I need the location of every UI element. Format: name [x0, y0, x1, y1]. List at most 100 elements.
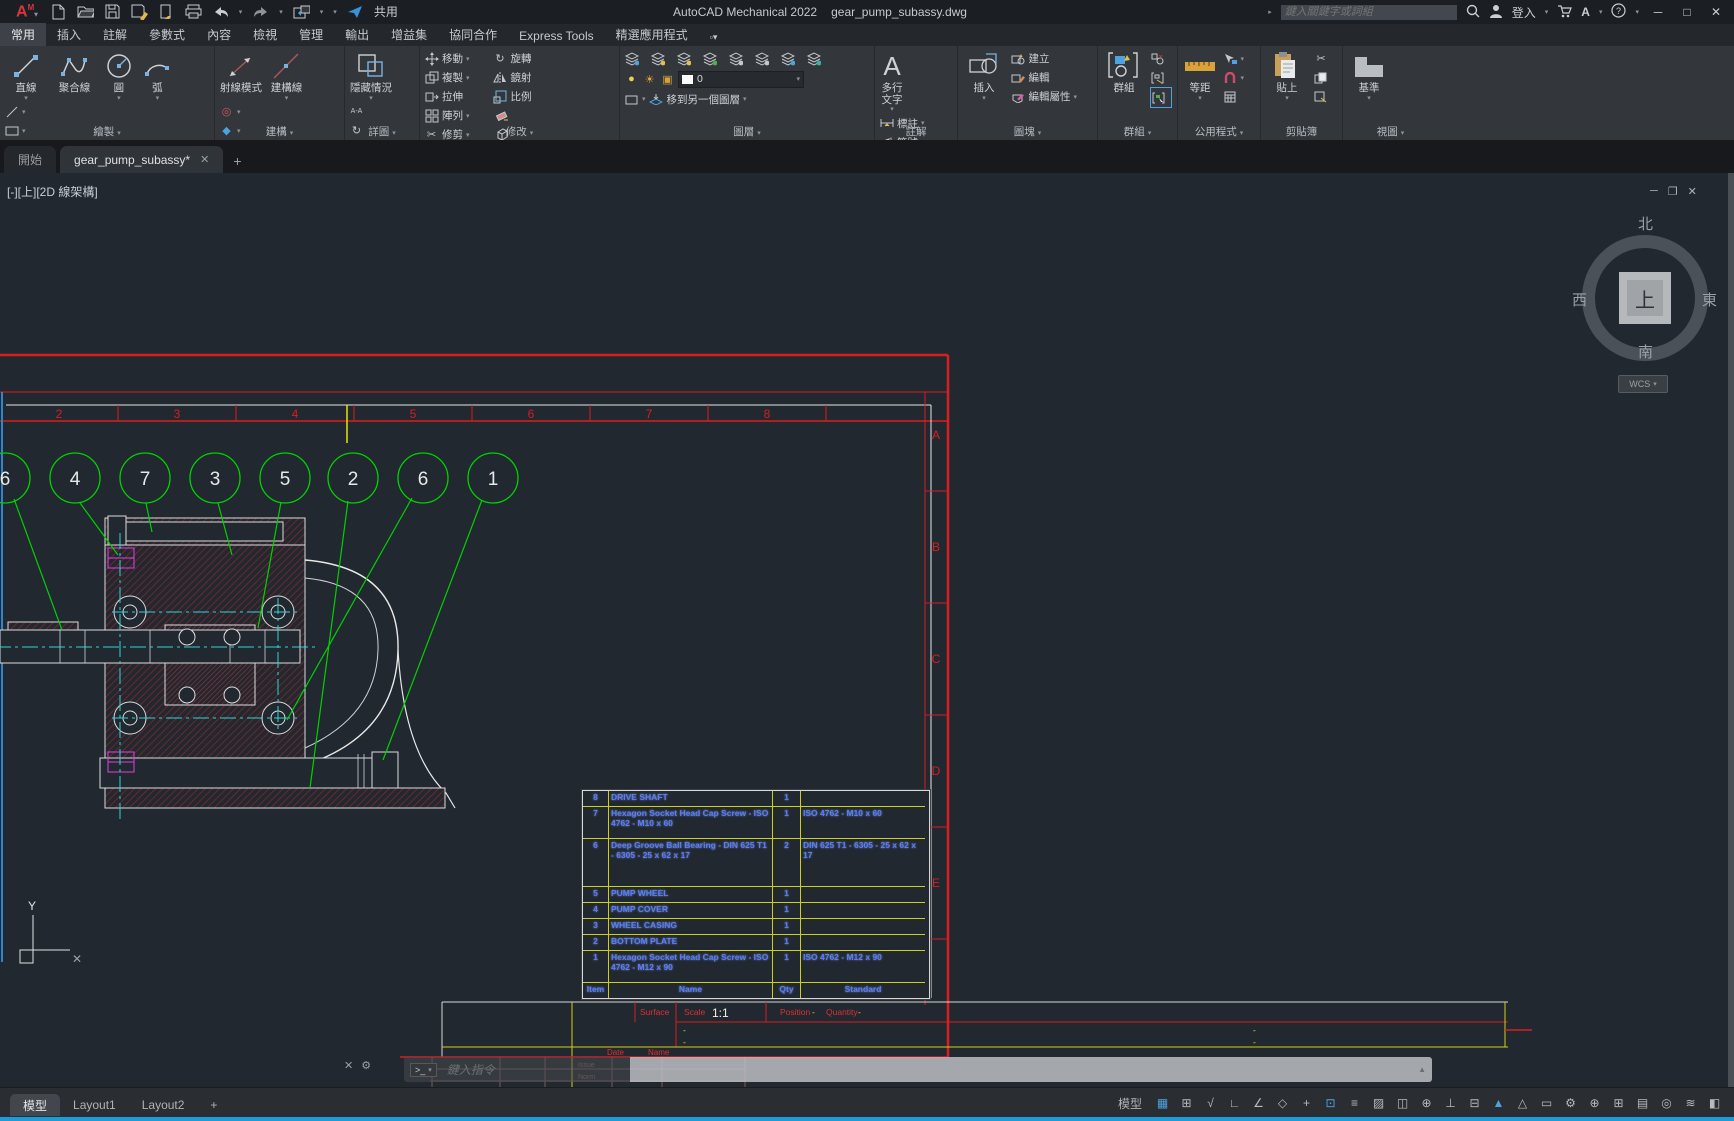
plot-icon[interactable] — [158, 4, 175, 20]
viewport-controls[interactable]: [-][上][2D 線架構] — [7, 183, 98, 200]
sign-in-button[interactable]: 登入 — [1512, 4, 1536, 21]
scale-button[interactable]: 比例 — [492, 87, 552, 106]
quick-select-mini-button[interactable]: ▾ — [1222, 49, 1256, 68]
quick-properties-icon[interactable]: ▤ — [1633, 1094, 1652, 1112]
layout1-tab[interactable]: Layout1 — [60, 1094, 129, 1116]
dynamic-ucs-icon[interactable]: ⊥ — [1441, 1094, 1460, 1112]
ray-mode-button[interactable]: 射線模式 — [219, 49, 263, 95]
viewcube-north[interactable]: 北 — [1638, 213, 1653, 234]
dwg-minimize-icon[interactable]: ─ — [1650, 185, 1658, 198]
selection-cycling-icon[interactable]: ◫ — [1393, 1094, 1412, 1112]
ribbon-tab-6[interactable]: 管理 — [288, 23, 334, 46]
apps-dropdown-icon[interactable]: ▾ — [1599, 8, 1603, 16]
layer-tool-icon-4[interactable] — [728, 52, 743, 66]
help-dropdown-icon[interactable]: ▾ — [1635, 8, 1639, 16]
calculator-mini-button[interactable] — [1222, 87, 1256, 106]
dwg-close-icon[interactable]: ✕ — [1688, 185, 1697, 198]
panel-label-modify[interactable]: 修改 ▾ — [420, 124, 619, 139]
3d-object-snap-icon[interactable]: ⊕ — [1417, 1094, 1436, 1112]
search-input[interactable] — [1281, 5, 1457, 20]
cmd-customize-icon[interactable]: ⚙ — [361, 1059, 371, 1072]
layer-tool-icon-2[interactable] — [676, 52, 691, 66]
ribbon-tab-10[interactable]: Express Tools — [508, 26, 604, 46]
group-edit-mini-button[interactable] — [1150, 68, 1172, 87]
layout2-tab[interactable]: Layout2 — [129, 1094, 198, 1116]
minimize-button[interactable]: ─ — [1648, 5, 1668, 19]
array-button[interactable]: 陣列▾ — [424, 106, 490, 125]
dynamic-input-icon[interactable]: ⊟ — [1465, 1094, 1484, 1112]
ribbon-tab-1[interactable]: 插入 — [46, 23, 92, 46]
center-circle-mini-button[interactable]: ◎▾ — [219, 102, 253, 121]
viewcube-top-face[interactable]: 上 — [1619, 272, 1671, 324]
workspace-layout-icon[interactable] — [293, 4, 310, 20]
stretch-button[interactable]: 拉伸 — [424, 87, 488, 106]
new-tab-button[interactable]: + — [233, 153, 241, 173]
user-icon[interactable] — [1489, 4, 1503, 21]
redo-dropdown-icon[interactable]: ▾ — [279, 8, 283, 16]
open-folder-icon[interactable] — [77, 4, 94, 20]
annotation-visibility-icon[interactable]: ▲ — [1489, 1094, 1508, 1112]
help-icon[interactable]: ? — [1611, 3, 1626, 21]
ribbon-collapse-icon[interactable]: ▫▾ — [699, 29, 729, 46]
circle-button[interactable]: 圓▾ — [101, 49, 137, 102]
print-icon[interactable] — [185, 4, 202, 20]
units-icon[interactable]: ⊞ — [1609, 1094, 1628, 1112]
panel-label-group[interactable]: 群組 ▾ — [1098, 124, 1177, 139]
ribbon-tab-0[interactable]: 常用 — [0, 23, 46, 46]
command-prompt[interactable]: 鍵入指令 — [447, 1061, 495, 1078]
base-view-button[interactable]: 基準▾ — [1347, 49, 1391, 102]
save-icon[interactable] — [104, 4, 121, 20]
isolate-objects-icon[interactable]: ◎ — [1657, 1094, 1676, 1112]
share-icon[interactable] — [347, 4, 364, 20]
layer-thaw-icon[interactable]: ☀ — [642, 72, 657, 86]
copyclip-mini-button[interactable] — [1313, 68, 1335, 87]
cart-icon[interactable] — [1557, 4, 1572, 21]
ribbon-tab-5[interactable]: 檢視 — [242, 23, 288, 46]
mtext-button[interactable]: A 多行文字▾ — [879, 49, 905, 114]
construction-line-button[interactable]: 建構線▾ — [267, 49, 305, 102]
viewcube-west[interactable]: 西 — [1572, 289, 1587, 310]
polyline-button[interactable]: 聚合線 — [52, 49, 96, 95]
annotation-scale-icon[interactable]: ▭ — [1537, 1094, 1556, 1112]
ribbon-tab-4[interactable]: 內容 — [196, 23, 242, 46]
command-recent-icon[interactable]: >_▾ — [410, 1063, 437, 1077]
layer-tool-icon-6[interactable] — [780, 52, 795, 66]
cut-mini-button[interactable]: ✂ — [1313, 49, 1335, 68]
move-to-layer-button[interactable]: 移到另一個圖層 — [667, 92, 741, 107]
transparency-icon[interactable]: ▨ — [1369, 1094, 1388, 1112]
erase-mini-button[interactable] — [494, 106, 514, 125]
section-line-mini-button[interactable]: A-A — [349, 102, 371, 121]
undo-dropdown-icon[interactable]: ▾ — [239, 8, 243, 16]
object-snap-tracking-icon[interactable]: + — [1297, 1094, 1316, 1112]
grid-icon[interactable]: ▦ — [1153, 1094, 1172, 1112]
ribbon-tab-2[interactable]: 註解 — [92, 23, 138, 46]
dwg-restore-icon[interactable]: ❐ — [1668, 185, 1678, 198]
measure-button[interactable]: 等距▾ — [1182, 49, 1218, 102]
panel-label-clipboard[interactable]: 剪貼簿 — [1261, 124, 1342, 139]
rotate-button[interactable]: ↻旋轉 — [492, 49, 552, 68]
graphics-performance-icon[interactable]: ≋ — [1681, 1094, 1700, 1112]
polar-tracking-icon[interactable]: ∠ — [1249, 1094, 1268, 1112]
panel-label-layers[interactable]: 圖層 ▾ — [620, 124, 874, 139]
ribbon-tab-3[interactable]: 參數式 — [138, 23, 196, 46]
layer-tool-icon-0[interactable] — [624, 52, 639, 66]
wcs-selector[interactable]: WCS▾ — [1618, 375, 1668, 393]
app-logo-icon[interactable]: AM▾ — [8, 3, 40, 21]
new-file-icon[interactable] — [50, 4, 67, 20]
panel-label-view[interactable]: 視圖 ▾ — [1343, 124, 1438, 139]
cmd-close-icon[interactable]: ✕ — [344, 1059, 353, 1072]
object-snap-icon[interactable]: ⊡ — [1321, 1094, 1340, 1112]
viewcube-east[interactable]: 東 — [1702, 289, 1717, 310]
panel-label-block[interactable]: 圖塊 ▾ — [958, 124, 1097, 139]
new-layout-button[interactable]: + — [197, 1094, 230, 1116]
layer-combobox[interactable]: 0 ▾ — [678, 71, 804, 88]
model-tab[interactable]: 模型 — [10, 1094, 60, 1116]
share-button[interactable]: 共用 — [374, 3, 398, 20]
arc-button[interactable]: 弧▾ — [141, 49, 173, 102]
ungroup-mini-button[interactable]: x — [1150, 49, 1172, 68]
file-tab-start[interactable]: 開始 — [4, 146, 56, 173]
layer-lock-icon[interactable]: ▣ — [660, 72, 675, 86]
paste-button[interactable]: 貼上▾ — [1265, 49, 1309, 102]
undo-icon[interactable] — [212, 4, 229, 20]
balloons[interactable]: 64735261 — [0, 453, 518, 503]
